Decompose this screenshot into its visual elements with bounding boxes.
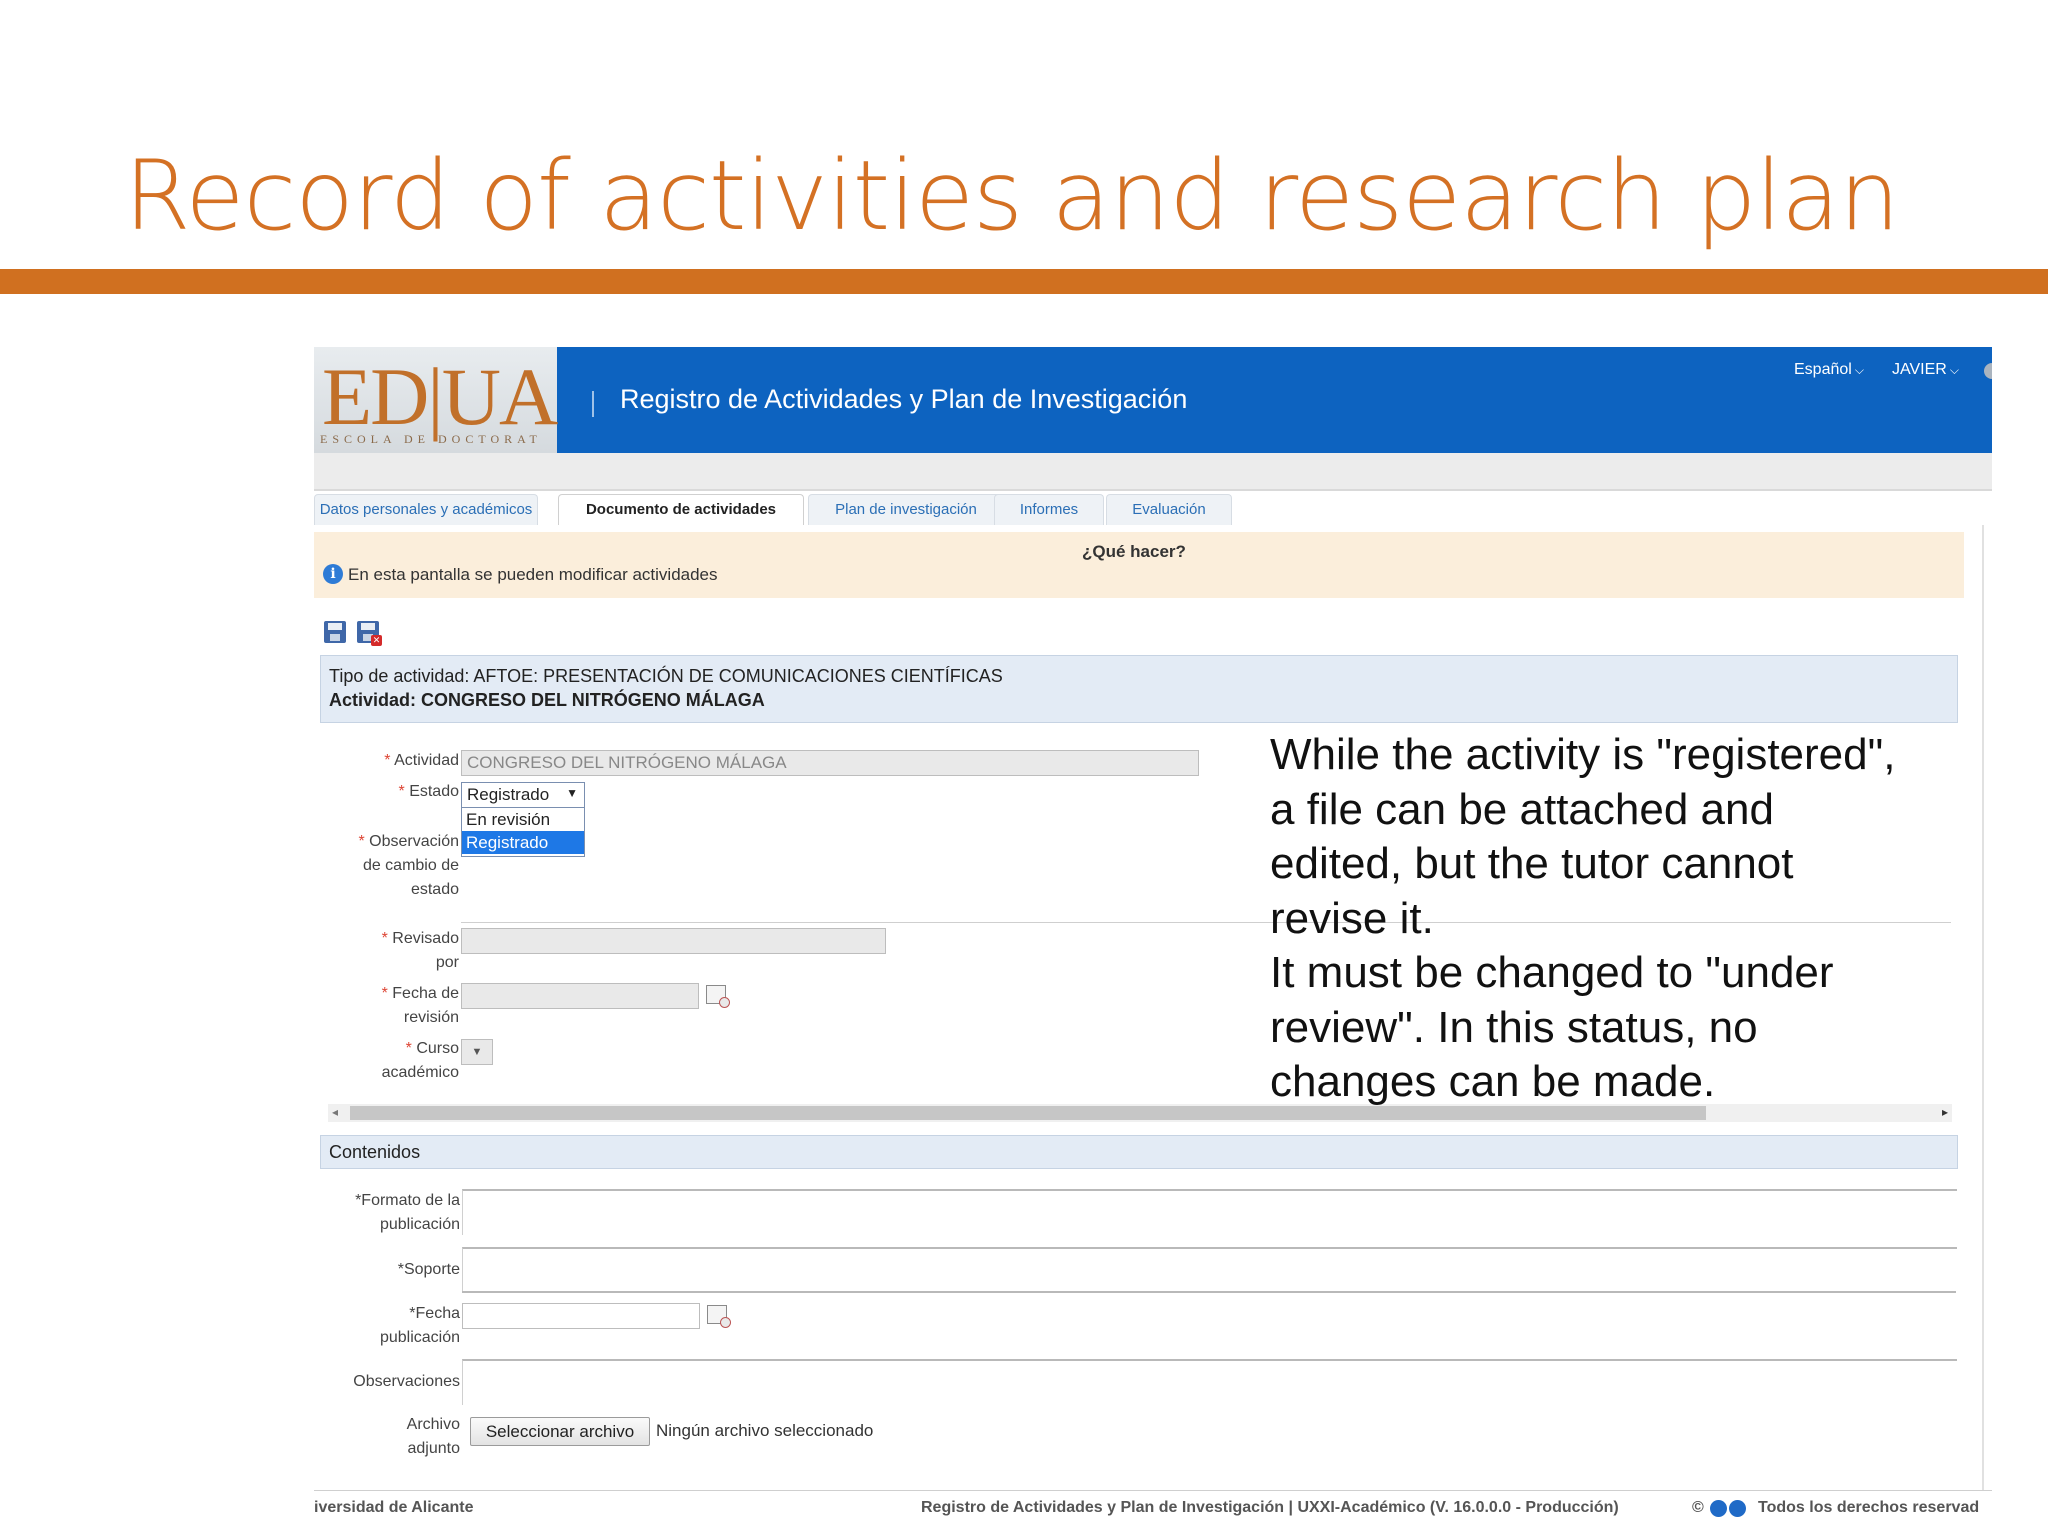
- tab-datos-personales[interactable]: Datos personales y académicos: [314, 494, 538, 525]
- annotation-line: review". In this status, no: [1270, 1002, 1758, 1052]
- chevron-down-icon: ⌵: [1949, 363, 1959, 377]
- activity-type: Tipo de actividad: AFTOE: PRESENTACIÓN D…: [329, 666, 1003, 686]
- annotation-line: revise it.: [1270, 893, 1434, 943]
- archivo-label: Archivo adjunto: [406, 1416, 460, 1457]
- logo-dot-icon: [1728, 1499, 1746, 1517]
- contents-section: Contenidos: [320, 1135, 1958, 1169]
- contents-title: Contenidos: [329, 1142, 421, 1162]
- curso-label: * Curso académico: [381, 1040, 459, 1081]
- help-panel: ¿Qué hacer? i En esta pantalla se pueden…: [314, 532, 1964, 598]
- tab-documento-actividades[interactable]: Documento de actividades: [558, 494, 804, 525]
- annotation-line: It must be changed to "under: [1270, 948, 1834, 997]
- app-title: Registro de Actividades y Plan de Invest…: [620, 384, 1188, 414]
- tab-informes[interactable]: Informes: [994, 494, 1104, 525]
- annotation-text: While the activity is "registered", a fi…: [1270, 728, 2030, 1110]
- save-and-close-icon[interactable]: ✕: [357, 621, 382, 646]
- footer-rights: Todos los derechos reservad: [1758, 1499, 1980, 1516]
- actividad-value: CONGRESO DEL NITRÓGENO MÁLAGA: [467, 753, 787, 772]
- dropdown-arrow-icon: ▼: [566, 786, 578, 800]
- annotation-line: While the activity is "registered",: [1270, 730, 1896, 779]
- curso-select[interactable]: ▼: [461, 1039, 493, 1065]
- header-separator: [592, 391, 594, 417]
- app-header: ED|UA ESCOLA DE DOCTORAT Registro de Act…: [314, 347, 1992, 453]
- estado-select[interactable]: Registrado ▼: [461, 782, 585, 808]
- footer-logo: ©: [1692, 1499, 1748, 1517]
- sub-toolbar: [314, 453, 1992, 491]
- estado-dropdown: En revisión Registrado: [461, 807, 585, 857]
- scroll-left-icon[interactable]: ◂: [332, 1105, 338, 1119]
- observaciones-input[interactable]: [462, 1359, 1957, 1405]
- tab-plan-investigacion[interactable]: Plan de investigación: [808, 494, 1004, 525]
- logo: ED|UA ESCOLA DE DOCTORAT: [314, 347, 558, 453]
- user-menu[interactable]: JAVIER ⌵: [1892, 361, 1959, 379]
- save-icon[interactable]: [324, 621, 346, 643]
- logo-dot-icon: [1709, 1499, 1727, 1517]
- tab-bar: Datos personales y académicos Documento …: [314, 494, 1992, 525]
- soporte-input[interactable]: [462, 1247, 1957, 1293]
- estado-selected-value: Registrado: [467, 785, 550, 804]
- select-file-button[interactable]: Seleccionar archivo: [470, 1417, 650, 1446]
- language-menu[interactable]: Español ⌵: [1794, 361, 1864, 379]
- actividad-field: CONGRESO DEL NITRÓGENO MÁLAGA: [461, 750, 1199, 776]
- divider: [462, 1291, 1956, 1293]
- copyright: ©: [1692, 1499, 1704, 1516]
- footer-institution: iversidad de Alicante: [314, 1499, 474, 1516]
- close-icon: ✕: [371, 635, 382, 646]
- info-icon: i: [323, 564, 343, 584]
- annotation-line: a file can be attached and: [1270, 784, 1774, 834]
- activity-name: Actividad: CONGRESO DEL NITRÓGENO MÁLAGA: [329, 690, 765, 710]
- soporte-label: *Soporte: [397, 1261, 460, 1278]
- activity-summary: Tipo de actividad: AFTOE: PRESENTACIÓN D…: [320, 655, 1958, 723]
- annotation-line: changes can be made.: [1270, 1057, 1716, 1106]
- revisado-field: [461, 928, 886, 954]
- revisado-label: * Revisado por: [381, 930, 459, 971]
- fecha-revision-label: * Fecha de revisión: [381, 985, 459, 1026]
- fecha-publicacion-input[interactable]: [462, 1303, 700, 1329]
- calendar-icon[interactable]: [707, 1305, 731, 1328]
- option-registrado[interactable]: Registrado: [462, 831, 584, 854]
- calendar-icon[interactable]: [706, 985, 730, 1008]
- help-text: En esta pantalla se pueden modificar act…: [348, 565, 718, 584]
- observacion-label: * Observación de cambio de estado: [358, 833, 460, 898]
- option-en-revision[interactable]: En revisión: [462, 808, 584, 831]
- file-status: Ningún archivo seleccionado: [656, 1421, 874, 1440]
- annotation-line: edited, but the tutor cannot: [1270, 839, 1794, 888]
- observaciones-label: Observaciones: [353, 1373, 460, 1390]
- actividad-label: * Actividad: [384, 752, 459, 769]
- slide-title: Record of activities and research plan: [124, 140, 1900, 252]
- logo-subtitle: ESCOLA DE DOCTORAT: [320, 432, 542, 446]
- fecha-publicacion-label: *Fecha publicación: [379, 1305, 460, 1346]
- chevron-down-icon: ⌵: [1854, 363, 1864, 377]
- help-title: ¿Qué hacer?: [1082, 542, 1186, 561]
- estado-label: * Estado: [398, 783, 459, 800]
- language-label: Español: [1794, 361, 1852, 378]
- user-label: JAVIER: [1892, 361, 1947, 378]
- tab-evaluacion[interactable]: Evaluación: [1106, 494, 1232, 525]
- formato-label: *Formato de la publicación: [355, 1192, 460, 1233]
- title-divider: [0, 269, 2048, 294]
- footer-app-version: Registro de Actividades y Plan de Invest…: [921, 1499, 1619, 1516]
- formato-input[interactable]: [462, 1189, 1957, 1235]
- footer: iversidad de Alicante Registro de Activi…: [314, 1490, 1992, 1518]
- fecha-revision-field: [461, 983, 699, 1009]
- avatar[interactable]: [1984, 363, 1992, 379]
